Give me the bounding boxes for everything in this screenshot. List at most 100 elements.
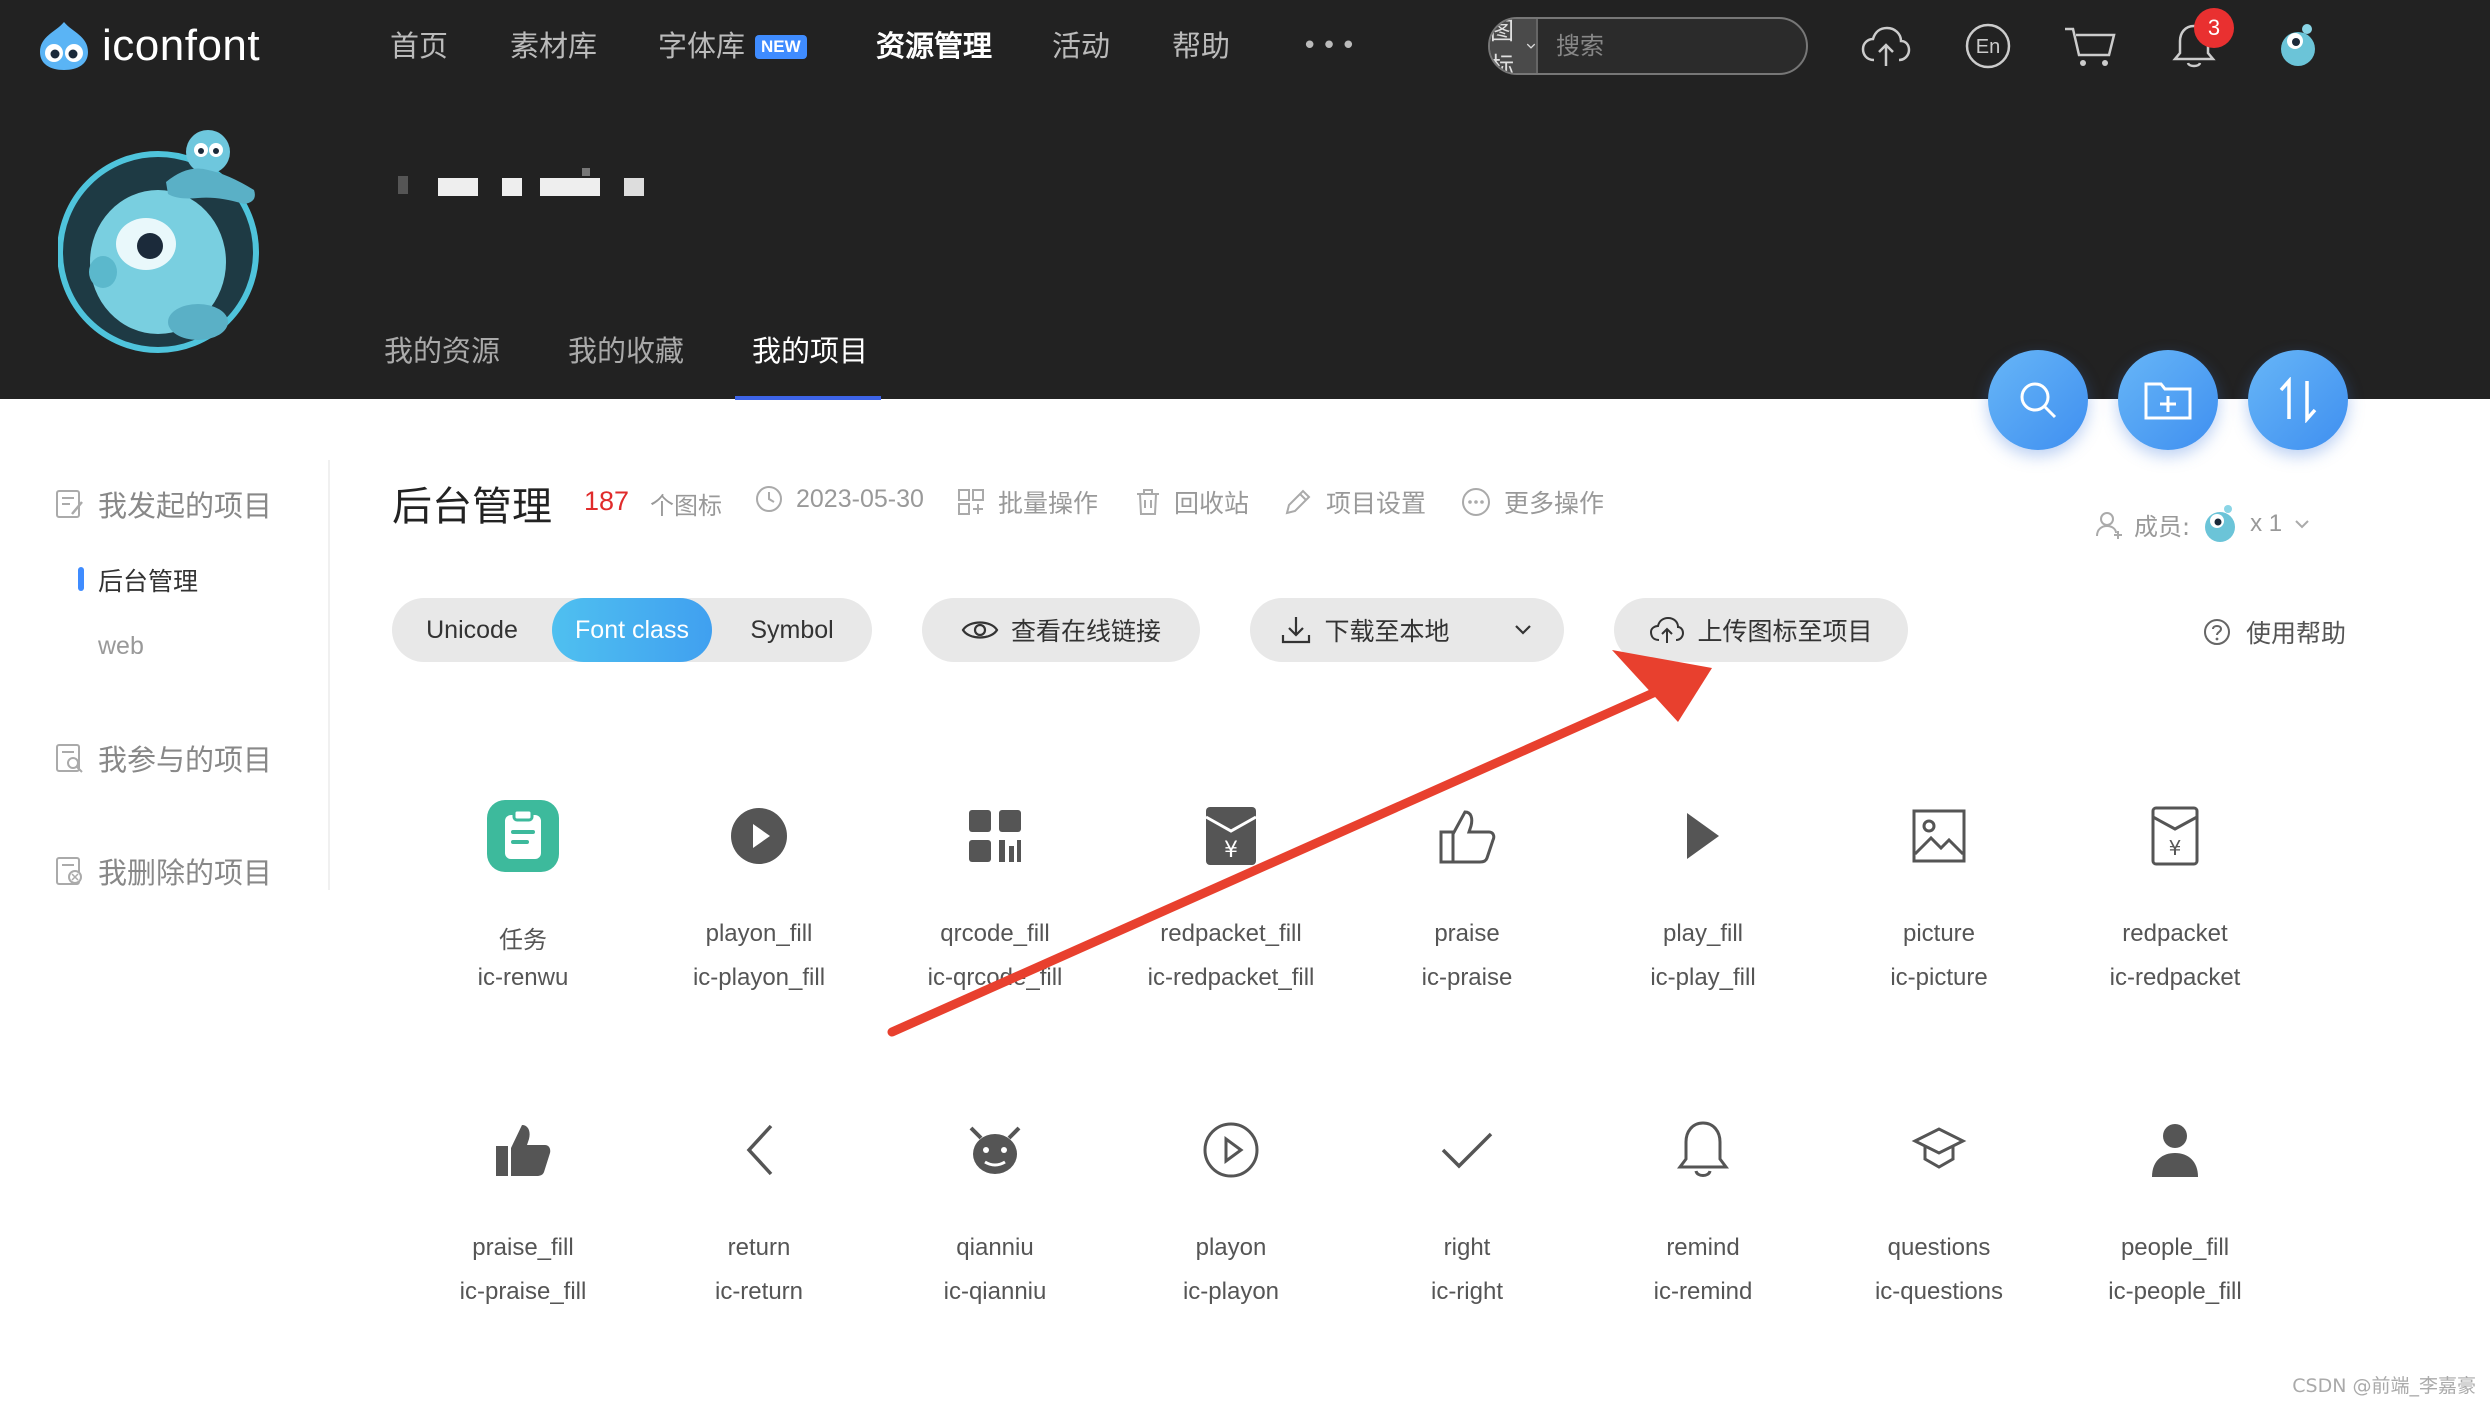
icon-card[interactable]: remind ic-remind: [1585, 1110, 1821, 1370]
icon-name: right: [1443, 1234, 1491, 1261]
search-type-select[interactable]: 图标: [1490, 19, 1538, 73]
icon-card[interactable]: ¥ redpacket ic-redpacket: [2057, 796, 2293, 1056]
nav-resource-management[interactable]: 资源管理: [876, 24, 992, 68]
format-symbol[interactable]: Symbol: [712, 598, 872, 662]
more-operations-button[interactable]: 更多操作: [1460, 484, 1604, 520]
format-unicode[interactable]: Unicode: [392, 598, 552, 662]
view-online-label: 查看在线链接: [1010, 617, 1161, 646]
sort-button[interactable]: [2248, 350, 2348, 450]
sidebar-group-deleted[interactable]: 我删除的项目: [54, 850, 272, 892]
icon-card[interactable]: ¥ redpacket_fill ic-redpacket_fill: [1113, 796, 1349, 1056]
icon-card[interactable]: picture ic-picture: [1821, 796, 2057, 1056]
project-settings-button[interactable]: 项目设置: [1282, 484, 1426, 520]
sidebar-item-web[interactable]: web: [98, 632, 144, 661]
sidebar-group-label: 我删除的项目: [98, 856, 273, 890]
redacted-name-blocks: [398, 168, 644, 196]
upload-cloud-button[interactable]: [1858, 18, 1914, 74]
members-label: 成员:: [2134, 512, 2191, 541]
icon-name: return: [727, 1234, 791, 1261]
svg-text:En: En: [1976, 36, 2000, 58]
icon-card[interactable]: questions ic-questions: [1821, 1110, 2057, 1370]
icon-name: redpacket_fill: [1160, 920, 1302, 947]
nav-fonts[interactable]: 字体库 NEW: [658, 24, 807, 68]
picture-icon: [1899, 796, 1979, 876]
nav-help[interactable]: 帮助: [1172, 24, 1230, 68]
tab-my-resources[interactable]: 我的资源: [384, 325, 500, 377]
view-online-link-button[interactable]: 查看在线链接: [922, 598, 1200, 662]
upload-icons-button[interactable]: 上传图标至项目: [1614, 598, 1908, 662]
member-avatar-icon: [2205, 505, 2236, 542]
icon-name: qrcode_fill: [940, 920, 1050, 947]
icon-card[interactable]: playon_fill ic-playon_fill: [641, 796, 877, 1056]
icon-class: ic-redpacket: [2109, 964, 2241, 991]
profile-avatar: [57, 112, 278, 362]
batch-operation-button[interactable]: 批量操作: [956, 484, 1098, 520]
chevron-down-icon: [1526, 43, 1536, 49]
sidebar-item-backend[interactable]: 后台管理: [98, 562, 198, 598]
right-icon: [1427, 1110, 1507, 1190]
icon-card[interactable]: return ic-return: [641, 1110, 877, 1370]
new-project-button[interactable]: [2118, 350, 2218, 450]
icon-card[interactable]: qrcode_fill ic-qrcode_fill: [877, 796, 1113, 1056]
mascot-avatar-icon: [57, 130, 259, 353]
praise-icon: [1427, 796, 1507, 876]
avatar-mascot-icon: [2281, 24, 2315, 66]
search-bar: 图标: [1488, 17, 1808, 75]
redpacket-icon: ¥: [2135, 796, 2215, 876]
search-project-button[interactable]: [1988, 350, 2088, 450]
nav-more[interactable]: •••: [1302, 24, 1360, 68]
icon-card[interactable]: qianniu ic-qianniu: [877, 1110, 1113, 1370]
sidebar-group-initiated[interactable]: 我发起的项目: [54, 483, 272, 525]
sidebar-group-participated[interactable]: 我参与的项目: [54, 737, 272, 779]
upload-label: 上传图标至项目: [1697, 617, 1873, 646]
icon-card[interactable]: right ic-right: [1349, 1110, 1585, 1370]
play-fill-icon: [1663, 796, 1743, 876]
sidebar-group-label: 我参与的项目: [98, 743, 273, 777]
tab-my-projects[interactable]: 我的项目: [752, 325, 868, 377]
project-settings-label: 项目设置: [1326, 489, 1427, 518]
member-icon: [2096, 512, 2122, 539]
chevron-down-icon: [2295, 520, 2309, 529]
cloud-upload-icon: [1650, 616, 1685, 643]
redpacket-fill-icon: ¥: [1191, 796, 1271, 876]
icon-card[interactable]: play_fill ic-play_fill: [1585, 796, 1821, 1056]
tab-my-favorites[interactable]: 我的收藏: [568, 325, 684, 377]
icon-card[interactable]: people_fill ic-people_fill: [2057, 1110, 2293, 1370]
project-delete-icon: [56, 857, 82, 885]
usage-help-link[interactable]: 使用帮助: [2202, 614, 2346, 650]
format-font-class[interactable]: Font class: [552, 598, 712, 662]
icon-card[interactable]: praise_fill ic-praise_fill: [405, 1110, 641, 1370]
project-members[interactable]: 成员: x 1: [2094, 502, 2312, 546]
active-project-marker: [78, 567, 84, 591]
page: { "header": { "logo_text": "iconfont", "…: [0, 0, 2490, 1404]
cart-button[interactable]: [2062, 18, 2118, 74]
notification-button[interactable]: 3: [2166, 8, 2234, 74]
user-avatar-small[interactable]: [2270, 18, 2326, 74]
pencil-icon: [1285, 489, 1311, 515]
logo[interactable]: iconfont: [34, 16, 260, 76]
icon-card[interactable]: playon ic-playon: [1113, 1110, 1349, 1370]
icon-card[interactable]: 任务 ic-renwu: [405, 796, 641, 1056]
language-en-icon: En: [1965, 23, 2011, 69]
nav-activities[interactable]: 活动: [1052, 24, 1110, 68]
username-redacted: [398, 166, 648, 206]
nav-fonts-label: 字体库: [658, 29, 746, 63]
recycle-bin-button[interactable]: 回收站: [1134, 484, 1249, 520]
icon-name: remind: [1666, 1234, 1740, 1261]
remind-icon: [1663, 1110, 1743, 1190]
download-button[interactable]: 下载至本地: [1250, 598, 1564, 662]
nav-home[interactable]: 首页: [390, 24, 448, 68]
sort-icon: [2279, 377, 2317, 423]
task-icon: [483, 796, 563, 876]
download-icon: [1282, 617, 1311, 644]
nav-materials[interactable]: 素材库: [510, 24, 597, 68]
icon-card[interactable]: praise ic-praise: [1349, 796, 1585, 1056]
icon-class: ic-right: [1430, 1278, 1503, 1305]
icon-class: ic-play_fill: [1650, 964, 1756, 991]
questions-icon: [1899, 1110, 1979, 1190]
icon-name: playon_fill: [705, 920, 813, 947]
project-date: 2023-05-30: [754, 484, 924, 514]
search-input[interactable]: [1538, 19, 1806, 73]
language-button[interactable]: En: [1960, 18, 2016, 74]
recycle-bin-label: 回收站: [1174, 489, 1250, 518]
